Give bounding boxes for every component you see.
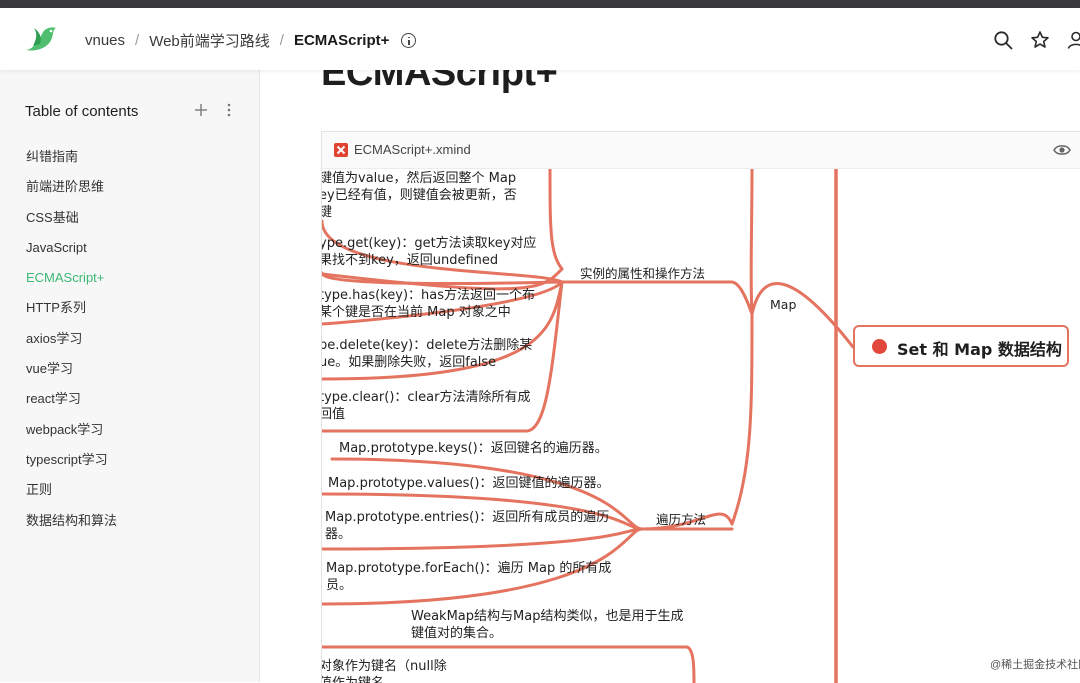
sidebar: Table of contents 纠错指南 前端进阶思维 CSS基础 JavaScr… [0, 70, 260, 682]
sidebar-item[interactable]: vue学习 [26, 360, 117, 390]
embed-file-name: ECMAScript+.xmind [354, 142, 471, 157]
mindmap-node-values[interactable]: Map.prototype.values()：返回键值的遍历器。 [328, 475, 609, 492]
mindmap-sub-top [548, 169, 564, 271]
sidebar-item[interactable]: CSS基础 [26, 209, 117, 239]
mindmap-sub-instance[interactable]: 实例的属性和操作方法 [580, 263, 705, 282]
sidebar-item[interactable]: ECMAScript+ [26, 269, 117, 299]
mindmap-node-keys[interactable]: Map.prototype.keys()：返回键名的遍历器。 [339, 440, 608, 457]
header: vnues / Web前端学习路线 / ECMAScript+ [0, 8, 1080, 70]
mindmap-node-weak-key[interactable]: 对象作为键名（null除 值作为键名。 [322, 658, 447, 683]
breadcrumb-separator: / [279, 32, 284, 49]
sidebar-item[interactable]: react学习 [26, 390, 117, 420]
mindmap-sub-traverse[interactable]: 遍历方法 [656, 509, 706, 528]
mindmap-node-clear[interactable]: type.clear()：clear方法清除所有成 回值 [322, 389, 530, 423]
sidebar-item[interactable]: 纠错指南 [26, 148, 117, 178]
star-icon[interactable] [1030, 30, 1050, 50]
breadcrumb-book[interactable]: Web前端学习路线 [149, 30, 270, 51]
info-icon[interactable] [401, 33, 417, 48]
xmind-embed: ECMAScript+.xmind 键值为value，然后返回整个 Map ey… [321, 131, 1080, 683]
mindmap-node-entries[interactable]: Map.prototype.entries()：返回所有成员的遍历 器。 [325, 509, 609, 543]
embed-toolbar: ECMAScript+.xmind [322, 132, 1080, 169]
mindmap-node-foreach[interactable]: Map.prototype.forEach()：遍历 Map 的所有成 员。 [326, 560, 611, 594]
toc-list: 纠错指南 前端进阶思维 CSS基础 JavaScript ECMAScript+ HTTP… [26, 148, 117, 542]
bird-logo-icon[interactable] [24, 24, 58, 54]
user-icon[interactable] [1066, 30, 1080, 50]
central-topic-label: Set 和 Map 数据结构 [897, 340, 1062, 359]
sidebar-item[interactable]: webpack学习 [26, 421, 117, 451]
sidebar-item[interactable]: 前端进阶思维 [26, 178, 117, 208]
mindmap-node-delete[interactable]: pe.delete(key)：delete方法删除某 ue。如果删除失败，返回f… [322, 337, 532, 371]
mindmap-canvas[interactable]: 键值为value，然后返回整个 Map ey已经有值，则键值会被更新，否 键 y… [322, 169, 1080, 683]
breadcrumb-current: ECMAScript+ [293, 32, 390, 49]
sidebar-item[interactable]: JavaScript [26, 239, 117, 269]
mindmap-node-weakmap[interactable]: WeakMap结构与Map结构类似，也是用于生成 键值对的集合。 [411, 608, 683, 642]
window-top-strip [0, 0, 1080, 8]
plus-icon[interactable] [193, 102, 209, 118]
eye-icon[interactable] [1053, 143, 1071, 157]
mindmap-branch-map[interactable]: Map [770, 297, 796, 312]
mindmap-map-lower-branch [730, 312, 754, 526]
sidebar-item[interactable]: HTTP系列 [26, 299, 117, 329]
watermark: @稀土掘金技术社区 [990, 659, 1080, 671]
sidebar-item[interactable]: 数据结构和算法 [26, 512, 117, 542]
breadcrumb-org[interactable]: vnues [85, 32, 125, 49]
mindmap-node-set[interactable]: 键值为value，然后返回整个 Map ey已经有值，则键值会被更新，否 键 [322, 170, 517, 221]
sidebar-item[interactable]: axios学习 [26, 330, 117, 360]
more-vertical-icon[interactable] [224, 102, 234, 118]
mindmap-set-node-line [322, 267, 564, 291]
mindmap-node-get[interactable]: ype.get(key)：get方法读取key对应 果找不到key，返回unde… [322, 235, 536, 269]
mindmap-instance-line [560, 280, 754, 316]
sidebar-item[interactable]: typescript学习 [26, 451, 117, 481]
breadcrumb: vnues / Web前端学习路线 / ECMAScript+ [85, 30, 417, 51]
topic-marker-icon [872, 339, 887, 354]
toc-title: Table of contents [25, 103, 139, 120]
xmind-icon [334, 143, 348, 157]
sidebar-item[interactable]: 正则 [26, 481, 117, 511]
mindmap-central-topic[interactable]: Set 和 Map 数据结构 [853, 325, 1069, 367]
breadcrumb-separator: / [135, 32, 140, 49]
mindmap-node-has[interactable]: type.has(key)：has方法返回一个布 某个键是否在当前 Map 对象… [322, 287, 535, 321]
search-icon[interactable] [993, 30, 1013, 50]
